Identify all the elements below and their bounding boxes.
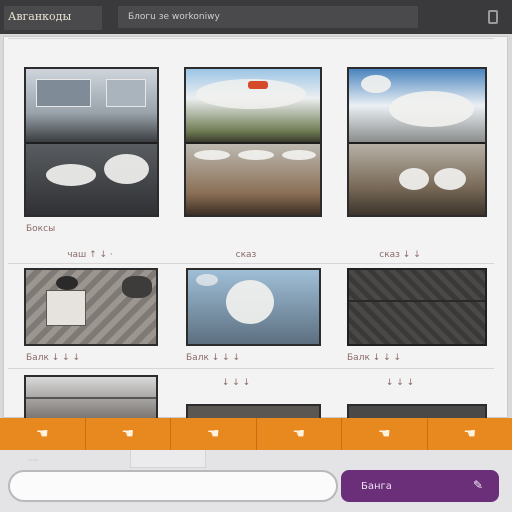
thumbnail-dark-texture[interactable] xyxy=(347,268,487,346)
action-bar-button[interactable]: ☚ xyxy=(171,418,257,450)
thumbnail-caption: ↓ ↓ ↓ xyxy=(221,378,251,388)
action-bar-button[interactable]: ☚ xyxy=(86,418,171,450)
composer: ···· Банга ✎ xyxy=(0,450,512,512)
thumbnail-caption: сказ xyxy=(235,250,257,260)
hand-icon: ☚ xyxy=(292,426,306,442)
divider xyxy=(8,263,494,264)
action-bar-button[interactable]: ☚ xyxy=(342,418,428,450)
hand-icon: ☚ xyxy=(377,426,391,442)
submit-button[interactable]: Банга ✎ xyxy=(341,470,499,502)
message-input-wrapper xyxy=(8,470,338,502)
thumbnail-sky-landscape[interactable] xyxy=(184,67,322,217)
thumbnail-partial[interactable] xyxy=(347,404,487,418)
submit-button-label: Банга xyxy=(361,480,392,492)
thumbnail-caption: Балк ↓ ↓ ↓ xyxy=(186,353,241,363)
hand-icon: ☚ xyxy=(463,426,477,442)
thumbnail-caption: чаш ↑ ↓ · xyxy=(67,250,113,260)
thumbnail-caption: Балк ↓ ↓ ↓ xyxy=(347,353,402,363)
composer-tab[interactable] xyxy=(130,450,206,468)
section-label: Боксы xyxy=(26,224,56,234)
hand-icon: ☚ xyxy=(35,426,49,442)
thumbnail-partial[interactable] xyxy=(186,404,321,418)
divider xyxy=(8,38,494,39)
thumbnail-window-interior[interactable] xyxy=(24,67,159,217)
edit-icon: ✎ xyxy=(472,478,483,492)
action-bar-button[interactable]: ☚ xyxy=(257,418,342,450)
action-bar-button[interactable]: ☚ xyxy=(0,418,86,450)
action-bar-button[interactable]: ☚ xyxy=(428,418,512,450)
hand-icon: ☚ xyxy=(206,426,220,442)
app-title: Авганкоды xyxy=(4,6,102,30)
hand-icon: ☚ xyxy=(121,426,135,442)
thumbnail-caption: Балк ↓ ↓ ↓ xyxy=(26,353,81,363)
thumbnail-caption: ↓ ↓ ↓ xyxy=(385,378,415,388)
composer-label: ···· xyxy=(28,456,39,465)
thumbnail-sky-object[interactable] xyxy=(186,268,321,346)
thumbnail-tiles[interactable] xyxy=(24,268,158,346)
thumbnail-clouds-desert[interactable] xyxy=(347,67,487,217)
thumbnail-caption: сказ ↓ ↓ xyxy=(379,250,421,260)
document-icon[interactable] xyxy=(488,10,498,24)
divider xyxy=(8,368,494,369)
message-input[interactable] xyxy=(10,472,336,500)
action-bar: ☚ ☚ ☚ ☚ ☚ ☚ xyxy=(0,418,512,450)
search-field[interactable]: Блогu зе workoniwy xyxy=(118,6,418,28)
top-bar: Авганкоды Блогu зе workoniwy xyxy=(0,0,512,34)
thumbnail-partial[interactable] xyxy=(24,375,158,418)
